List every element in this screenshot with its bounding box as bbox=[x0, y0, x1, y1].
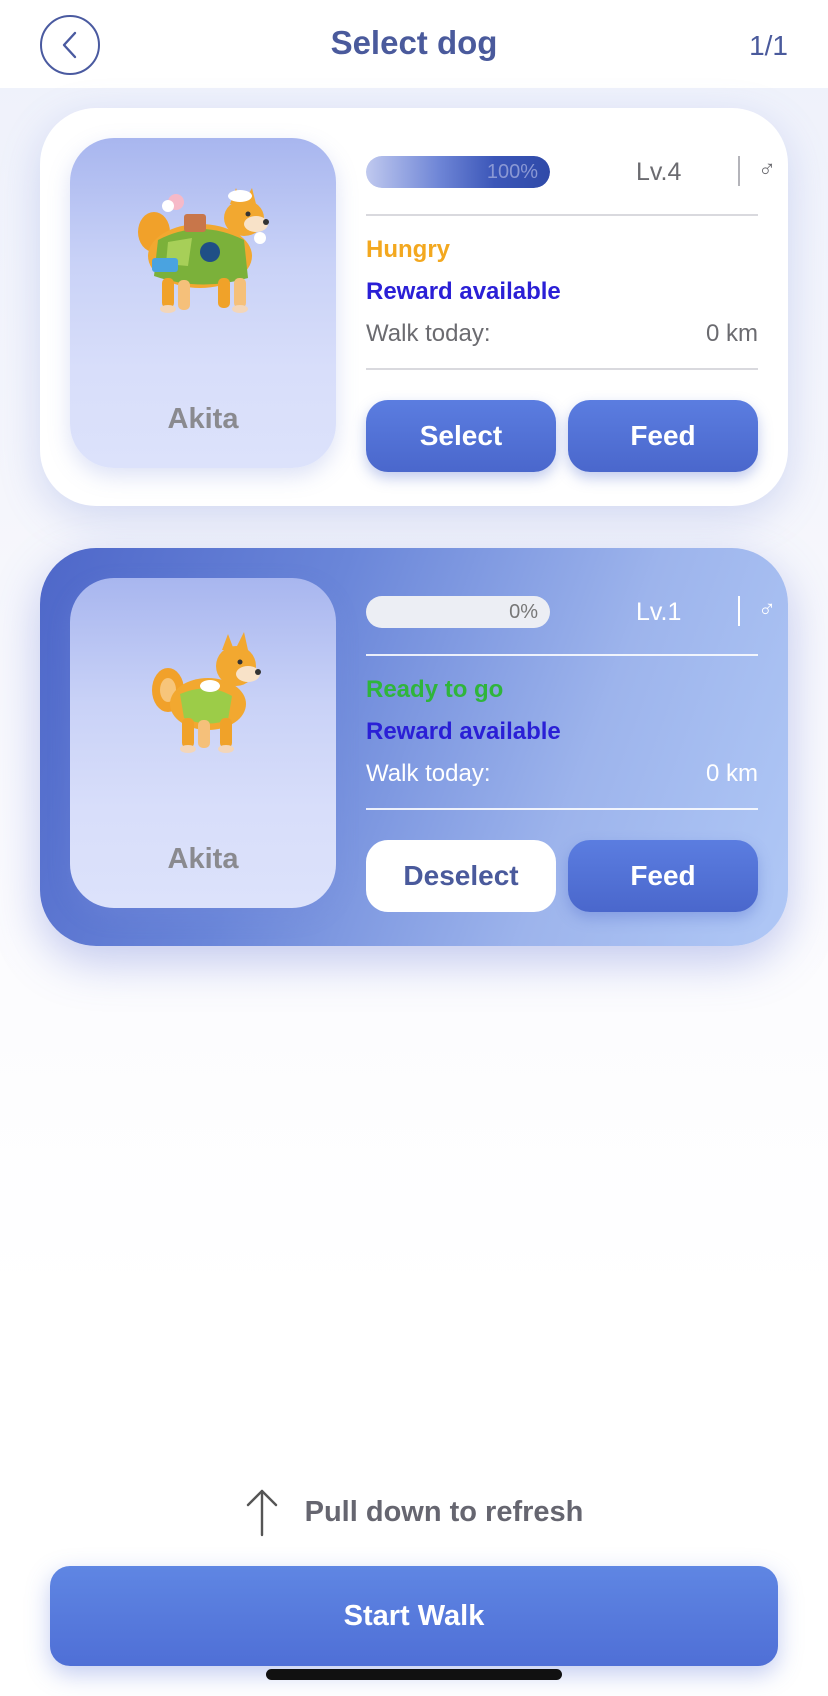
male-icon: ♂ bbox=[758, 156, 776, 183]
arrow-up-icon bbox=[246, 1489, 277, 1537]
reward-text: Reward available bbox=[366, 278, 561, 305]
level-label: Lv.4 bbox=[636, 158, 682, 186]
refresh-hint-text: Pull down to refresh bbox=[304, 1495, 584, 1528]
walk-today-label: Walk today: bbox=[366, 760, 491, 787]
progress-bar: 0% bbox=[366, 596, 550, 628]
select-button[interactable]: Select bbox=[366, 400, 556, 472]
progress-bar: 100% bbox=[366, 156, 550, 188]
feed-button[interactable]: Feed bbox=[568, 840, 758, 912]
dog-info: 0% Lv.1 ♂ Ready to go Reward available W… bbox=[366, 548, 776, 946]
dog-name: Akita bbox=[167, 843, 239, 875]
home-indicator bbox=[266, 1669, 562, 1680]
walk-today-value: 0 km bbox=[705, 760, 758, 787]
dog-card[interactable]: Akita 100% Lv.4 ♂ Hungry Reward availabl… bbox=[40, 108, 788, 506]
deselect-button[interactable]: Deselect bbox=[366, 840, 556, 912]
status-text: Ready to go bbox=[366, 676, 504, 703]
dog-image-panel: Akita bbox=[70, 138, 336, 468]
progress-label: 0% bbox=[509, 601, 538, 623]
feed-button[interactable]: Feed bbox=[568, 400, 758, 472]
divider bbox=[366, 368, 758, 370]
walk-today-label: Walk today: bbox=[366, 320, 491, 347]
progress-label: 100% bbox=[486, 161, 538, 183]
status-text: Hungry bbox=[366, 236, 450, 263]
page-title: Select dog bbox=[330, 24, 498, 61]
divider bbox=[366, 654, 758, 656]
dog-illustration bbox=[152, 632, 261, 753]
dog-info: 100% Lv.4 ♂ Hungry Reward available Walk… bbox=[366, 108, 776, 506]
divider bbox=[738, 156, 740, 186]
reward-text: Reward available bbox=[366, 718, 561, 745]
divider bbox=[366, 808, 758, 810]
page-count: 1/1 bbox=[749, 30, 788, 61]
dog-name: Akita bbox=[167, 403, 239, 435]
walk-today-value: 0 km bbox=[705, 320, 758, 347]
male-icon: ♂ bbox=[758, 596, 776, 623]
dog-illustration bbox=[138, 188, 269, 313]
dog-image-panel: Akita bbox=[70, 578, 336, 908]
divider bbox=[738, 596, 740, 626]
header: Select dog 1/1 bbox=[0, 0, 828, 88]
level-label: Lv.1 bbox=[636, 598, 682, 626]
select-dog-screen: Select dog 1/1 Akita 100% Lv.4 ♂ Hungry … bbox=[0, 0, 828, 1696]
pull-to-refresh-hint: Pull down to refresh bbox=[0, 1484, 828, 1540]
divider bbox=[366, 214, 758, 216]
dog-card-selected[interactable]: Akita 0% Lv.1 ♂ Ready to go Reward avail… bbox=[40, 548, 788, 946]
start-walk-button[interactable]: Start Walk bbox=[50, 1566, 778, 1666]
